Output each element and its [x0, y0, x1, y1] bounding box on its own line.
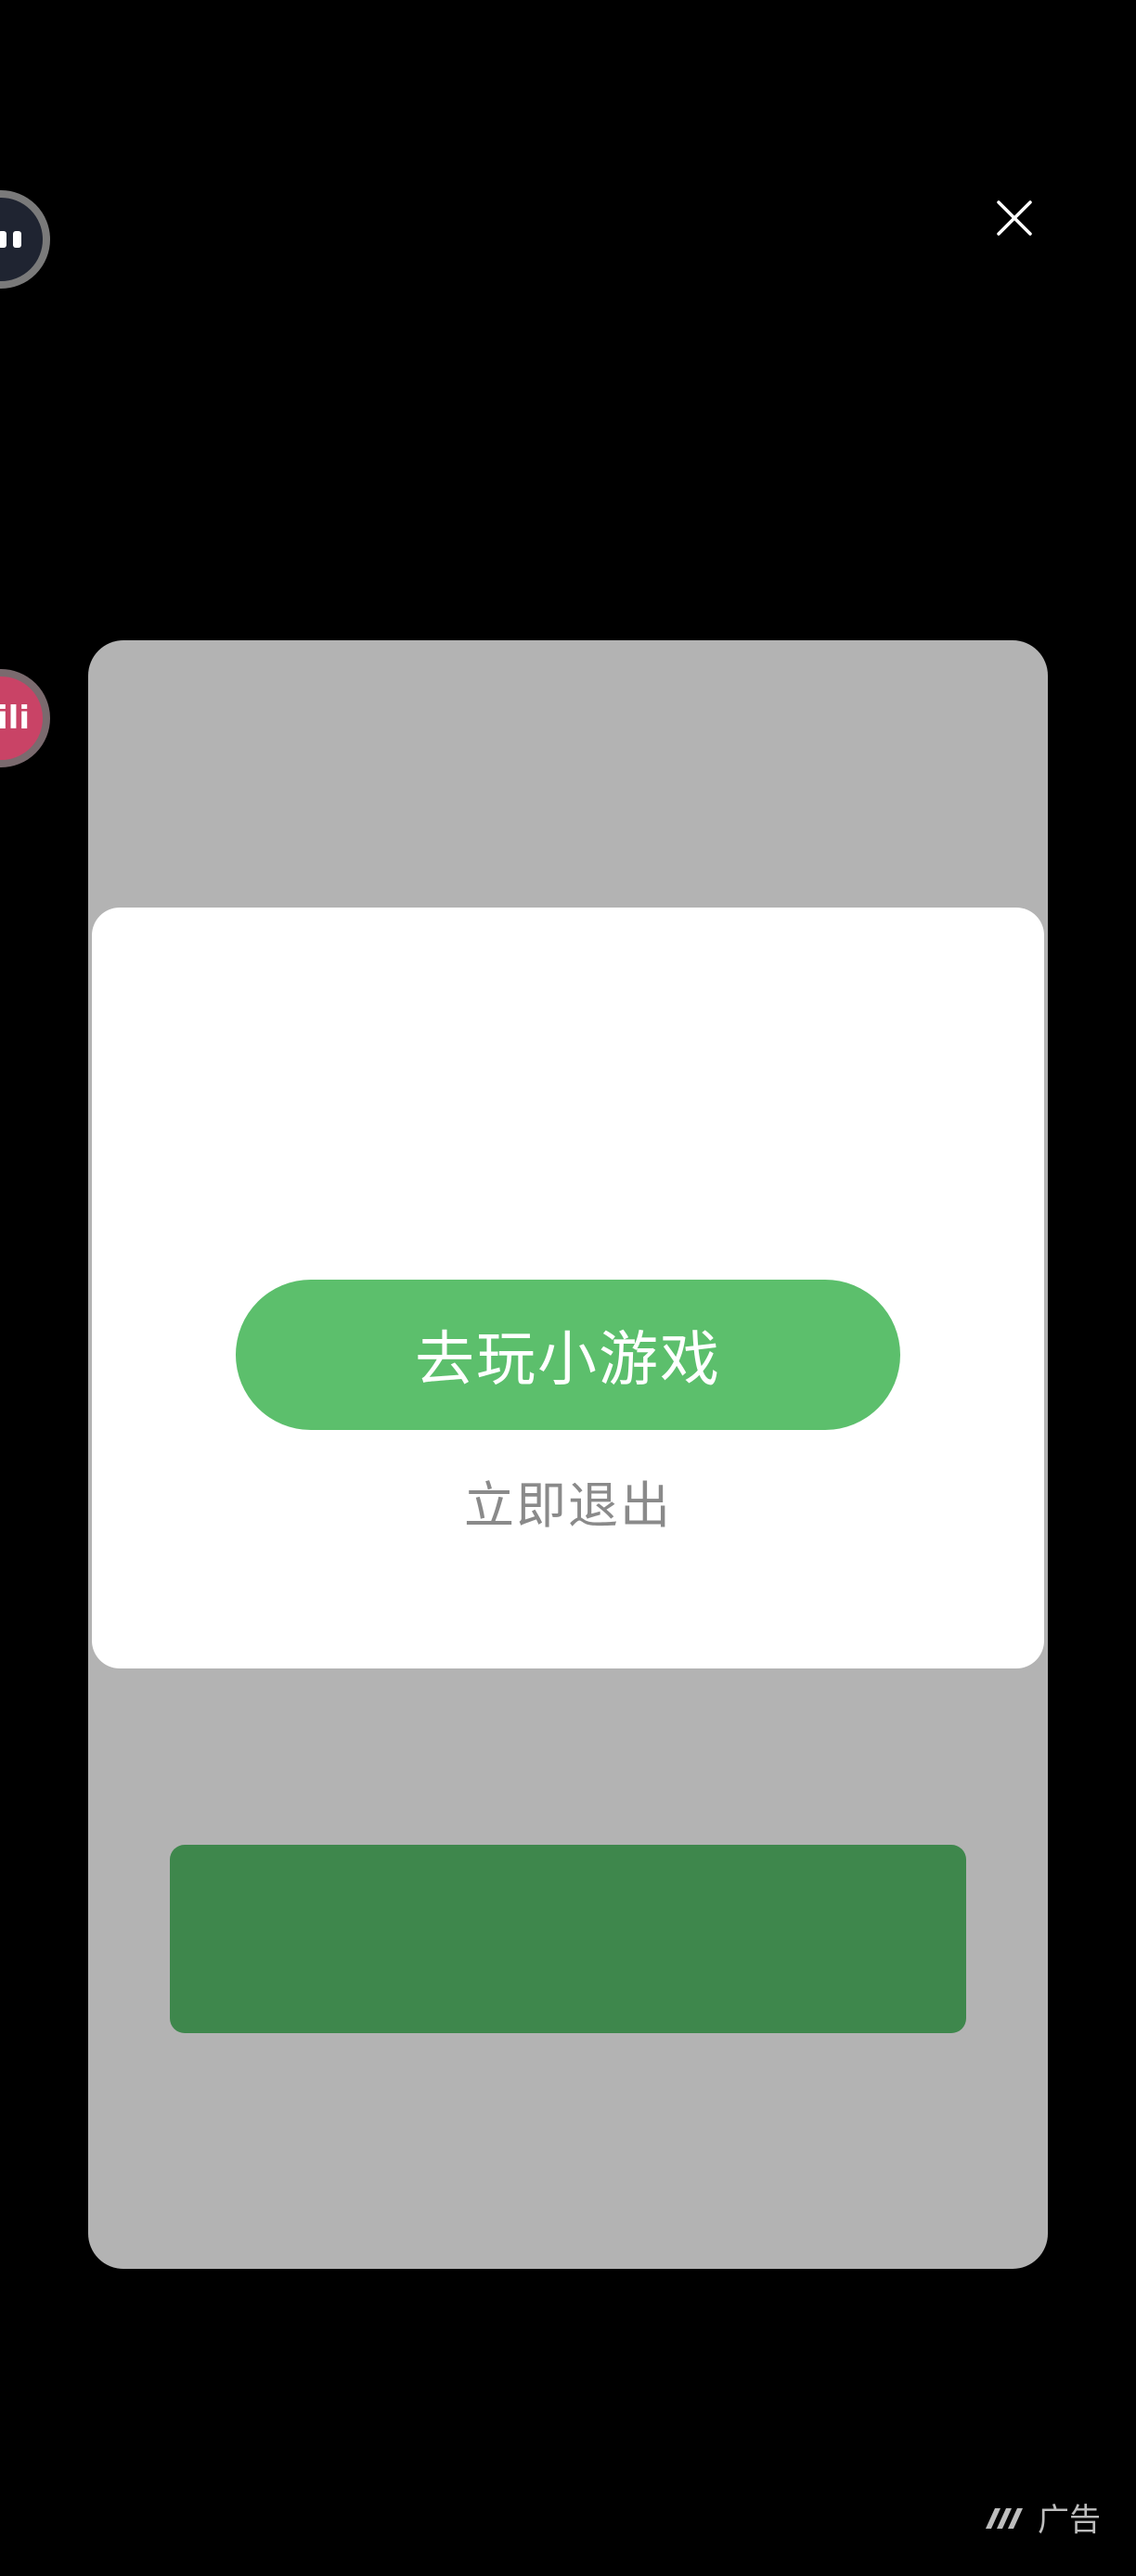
play-mini-game-button[interactable]: 去玩小游戏: [236, 1280, 900, 1430]
quote-icon: [0, 231, 21, 248]
ad-logo-icon: [986, 2507, 1023, 2529]
ad-action-bar[interactable]: [170, 1845, 966, 2033]
close-button[interactable]: [978, 182, 1051, 254]
ad-badge-label: 广告: [1038, 2502, 1101, 2539]
side-app-label: ili: [0, 700, 30, 737]
exit-now-button[interactable]: 立即退出: [92, 1464, 1044, 1538]
close-icon: [997, 200, 1032, 236]
ad-badge: 广告: [984, 2494, 1101, 2540]
screen: ili 去玩小游戏 立即退出 广告: [0, 0, 1136, 2576]
exit-dialog: 去玩小游戏 立即退出: [92, 908, 1044, 1668]
side-app-icon-bilibili[interactable]: ili: [0, 669, 50, 767]
side-app-icon-dark[interactable]: [0, 190, 50, 289]
